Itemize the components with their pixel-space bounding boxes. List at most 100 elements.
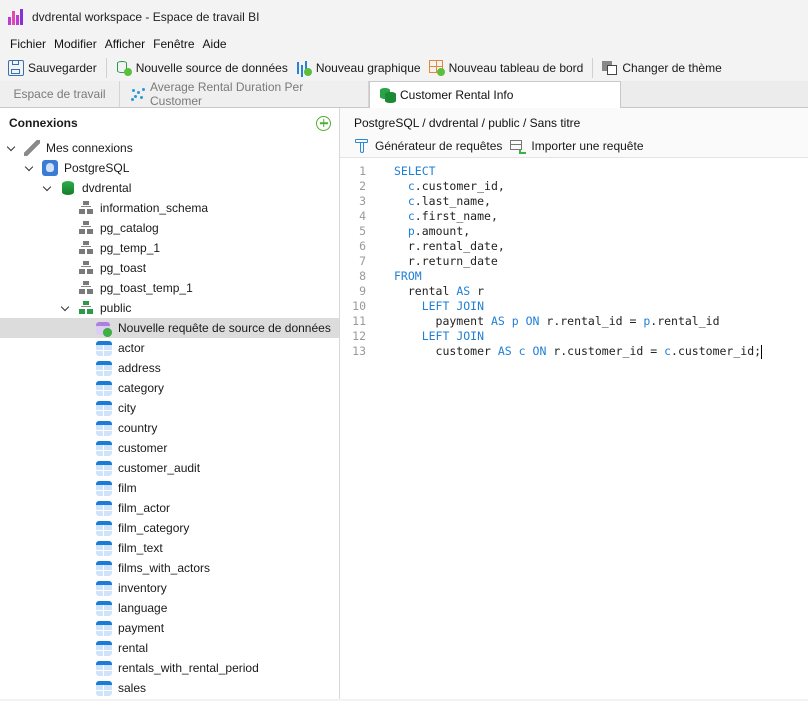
table-icon: [96, 580, 112, 596]
tree-schema-pg-temp-1[interactable]: pg_temp_1: [0, 238, 339, 258]
tree-table-payment[interactable]: payment: [0, 618, 339, 638]
menu-modifier[interactable]: Modifier: [50, 37, 101, 51]
line-number: 3: [359, 194, 366, 208]
tree-table-category[interactable]: category: [0, 378, 339, 398]
menu-aide[interactable]: Aide: [199, 37, 231, 51]
tree-table-actor[interactable]: actor: [0, 338, 339, 358]
new-dashboard-button[interactable]: Nouveau tableau de bord: [425, 56, 588, 80]
chevron-down-icon[interactable]: [60, 303, 70, 313]
tab-workspace[interactable]: Espace de travail: [0, 81, 120, 107]
tab-customer-rental-info[interactable]: Customer Rental Info: [369, 81, 621, 108]
table-icon: [96, 600, 112, 616]
query-editor-panel: PostgreSQL / dvdrental / public / Sans t…: [340, 108, 808, 699]
hammer-icon: [354, 138, 370, 154]
new-datasource-button[interactable]: Nouvelle source de données: [112, 56, 292, 80]
new-datasource-label: Nouvelle source de données: [135, 61, 288, 75]
tab-label: Average Rental Duration Per Customer: [150, 80, 304, 108]
tree-schema-pg-toast[interactable]: pg_toast: [0, 258, 339, 278]
tab-bar: Espace de travail Average Rental Duratio…: [0, 80, 808, 108]
line-number: 1: [359, 164, 366, 178]
scatter-chart-icon: [130, 86, 146, 102]
tree-table-film-text[interactable]: film_text: [0, 538, 339, 558]
line-number: 8: [359, 269, 366, 283]
table-icon: [96, 360, 112, 376]
tree-schema-public[interactable]: public: [0, 298, 339, 318]
code-line: r.rental_date,: [394, 239, 762, 254]
tree-table-inventory[interactable]: inventory: [0, 578, 339, 598]
tree-connection-postgresql[interactable]: PostgreSQL: [0, 158, 339, 178]
table-icon: [96, 680, 112, 696]
postgresql-icon: [42, 160, 58, 176]
tree-table-city[interactable]: city: [0, 398, 339, 418]
import-query-button[interactable]: Importer une requête: [510, 138, 644, 154]
schema-icon: [78, 220, 94, 236]
sql-keyword: c: [407, 194, 415, 208]
chevron-down-icon[interactable]: [42, 183, 52, 193]
sql-text: payment: [394, 314, 491, 328]
tree-table-film[interactable]: film: [0, 478, 339, 498]
import-query-label: Importer une requête: [531, 139, 644, 153]
new-chart-button[interactable]: Nouveau graphique: [292, 56, 425, 80]
sql-keyword: ON: [532, 344, 547, 358]
sql-keyword: AS: [456, 284, 471, 298]
chevron-down-icon[interactable]: [24, 163, 34, 173]
app-logo-icon: [8, 8, 24, 25]
query-builder-button[interactable]: Générateur de requêtes: [354, 138, 502, 154]
database-icon: [60, 180, 76, 196]
tree-new-datasource-query[interactable]: Nouvelle requête de source de données: [0, 318, 339, 338]
tree-table-film-actor[interactable]: film_actor: [0, 498, 339, 518]
sql-text: r.rental_id =: [539, 314, 644, 328]
tree-table-rentals-with-rental-period[interactable]: rentals_with_rental_period: [0, 658, 339, 678]
table-icon: [96, 420, 112, 436]
line-number: 2: [359, 179, 366, 193]
tree-schema-information-schema[interactable]: information_schema: [0, 198, 339, 218]
new-chart-label: Nouveau graphique: [315, 61, 421, 75]
tree-table-films-with-actors[interactable]: films_with_actors: [0, 558, 339, 578]
title-bar: dvdrental workspace - Espace de travail …: [0, 0, 808, 33]
sidebar-title: Connexions: [9, 116, 78, 130]
tree-table-country[interactable]: country: [0, 418, 339, 438]
tree-table-customer-audit[interactable]: customer_audit: [0, 458, 339, 478]
schema-icon: [78, 260, 94, 276]
sql-keyword: AS: [490, 314, 505, 328]
menu-afficher[interactable]: Afficher: [101, 37, 149, 51]
line-number: 11: [352, 314, 366, 328]
tree-table-rental[interactable]: rental: [0, 638, 339, 658]
tree-root-my-connections[interactable]: Mes connexions: [0, 138, 339, 158]
chevron-down-icon[interactable]: [6, 143, 16, 153]
tab-average-rental-duration[interactable]: Average Rental Duration Per Customer: [120, 80, 369, 108]
menu-fenetre[interactable]: Fenêtre: [149, 37, 198, 51]
sql-keyword: p: [407, 224, 415, 238]
tree-database-dvdrental[interactable]: dvdrental: [0, 178, 339, 198]
table-icon: [96, 380, 112, 396]
code-line: c.customer_id,: [394, 179, 762, 194]
tree-table-language[interactable]: language: [0, 598, 339, 618]
menu-fichier[interactable]: Fichier: [6, 37, 50, 51]
table-icon: [96, 560, 112, 576]
bar-chart-icon: [296, 60, 312, 76]
tree-schema-pg-toast-temp-1[interactable]: pg_toast_temp_1: [0, 278, 339, 298]
tree-schema-pg-catalog[interactable]: pg_catalog: [0, 218, 339, 238]
window-title: dvdrental workspace - Espace de travail …: [32, 9, 260, 24]
code-line: SELECT: [394, 164, 762, 179]
tree-table-sales[interactable]: sales: [0, 678, 339, 698]
save-button[interactable]: Sauvegarder: [4, 56, 101, 80]
sql-text: .customer_id;: [671, 344, 762, 358]
line-number-gutter: 1 2 3 4 5 6 7 8 9 10 11 12 13: [340, 164, 376, 699]
theme-icon: [602, 60, 618, 76]
tab-label: Customer Rental Info: [400, 88, 514, 102]
tree-table-customer[interactable]: customer: [0, 438, 339, 458]
schema-icon: [78, 200, 94, 216]
change-theme-button[interactable]: Changer de thème: [598, 56, 725, 80]
code-line: rental AS r: [394, 284, 762, 299]
sql-code[interactable]: SELECT c.customer_id, c.last_name, c.fir…: [376, 164, 763, 699]
sql-text: r.customer_id =: [546, 344, 665, 358]
sql-editor[interactable]: 1 2 3 4 5 6 7 8 9 10 11 12 13 SELECT c.customer_id, …: [340, 158, 808, 699]
tree-table-film-category[interactable]: film_category: [0, 518, 339, 538]
add-connection-button[interactable]: [316, 115, 331, 131]
schema-icon: [78, 300, 94, 316]
tree-table-address[interactable]: address: [0, 358, 339, 378]
